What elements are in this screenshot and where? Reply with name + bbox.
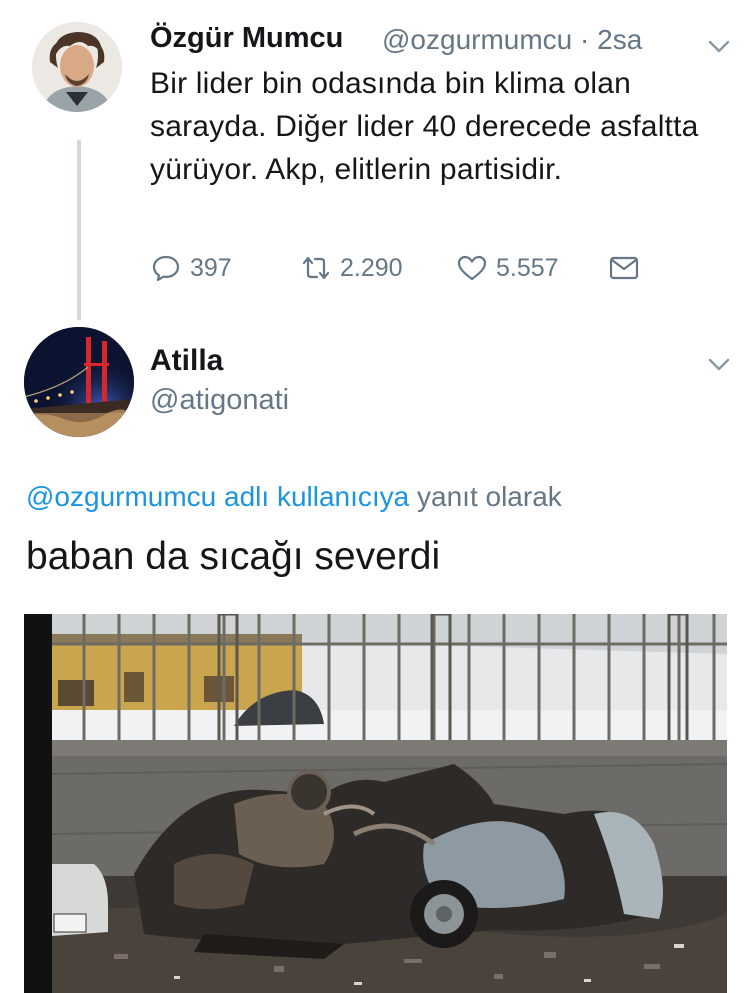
photo-burned-car [24, 614, 727, 993]
avatar-image [24, 327, 134, 437]
retweet-button[interactable]: 2.290 [300, 248, 403, 288]
avatar-ozgurmumcu[interactable] [32, 22, 122, 112]
author-handle[interactable]: @ozgurmumcu [382, 24, 572, 55]
chevron-down-icon[interactable] [705, 350, 733, 378]
author-handle-and-time[interactable]: @ozgurmumcu · 2sa [382, 24, 642, 56]
avatar-atigonati[interactable] [24, 327, 134, 437]
retweet-count: 2.290 [340, 253, 403, 282]
like-count: 5.557 [496, 253, 559, 282]
replying-to: @ozgurmumcu adlı kullanıcıya yanıt olara… [26, 481, 562, 513]
replying-to-suffix: yanıt olarak [409, 481, 562, 512]
retweet-icon [302, 256, 330, 280]
reply-text: baban da sıcağı severdi [26, 535, 441, 578]
reply-count: 397 [190, 253, 232, 282]
like-icon [457, 255, 487, 281]
message-button[interactable] [608, 248, 648, 288]
reply-author-handle[interactable]: @atigonati [150, 384, 289, 417]
tweet-text: Bir lider bin odasında bin klima olan sa… [150, 67, 699, 186]
message-icon [609, 256, 639, 280]
tweet-time[interactable]: · 2sa [580, 24, 642, 55]
like-button[interactable]: 5.557 [456, 248, 559, 288]
avatar-image [32, 22, 122, 112]
reply-icon [152, 255, 180, 282]
tweet-photo[interactable] [24, 614, 727, 993]
reply-button[interactable]: 397 [150, 248, 232, 288]
thread-line [77, 140, 81, 320]
reply-author-name[interactable]: Atilla [150, 344, 223, 378]
author-name[interactable]: Özgür Mumcu [150, 22, 343, 55]
replying-to-mention[interactable]: @ozgurmumcu adlı kullanıcıya [26, 481, 409, 512]
chevron-down-icon[interactable] [705, 32, 733, 60]
